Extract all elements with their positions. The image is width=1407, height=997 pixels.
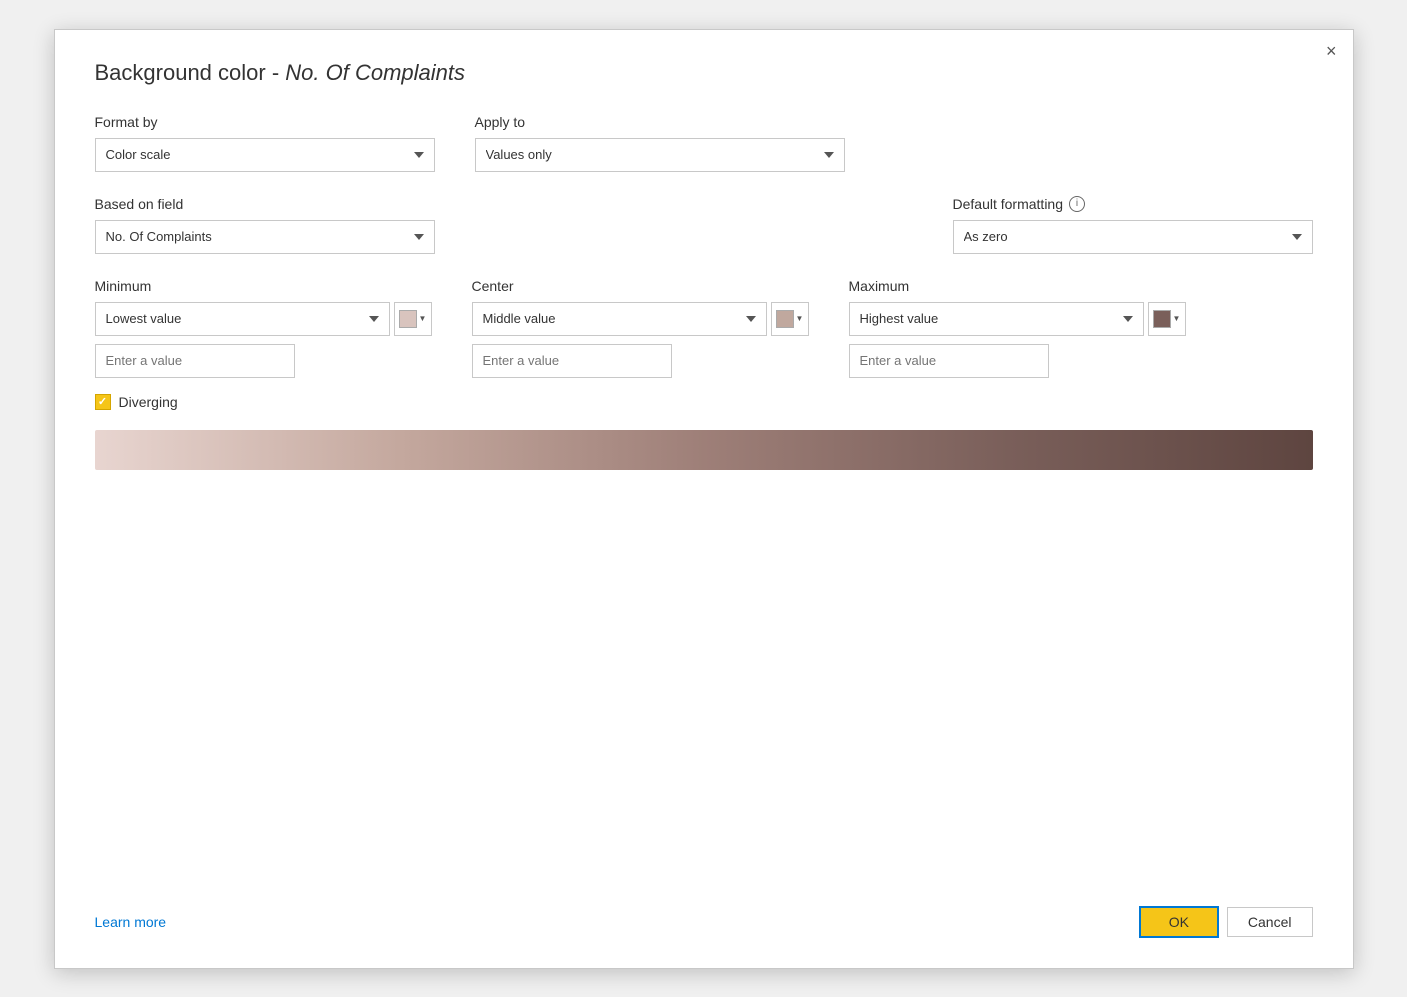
maximum-label: Maximum	[849, 278, 1186, 294]
maximum-select[interactable]: Highest value Number Percent Percentile …	[849, 302, 1144, 336]
background-color-dialog: × Background color - No. Of Complaints F…	[54, 29, 1354, 969]
dialog-footer: Learn more OK Cancel	[95, 886, 1313, 938]
center-label: Center	[472, 278, 809, 294]
footer-buttons: OK Cancel	[1139, 906, 1313, 938]
center-select[interactable]: Middle value Number Percent Percentile F…	[472, 302, 767, 336]
minimum-label: Minimum	[95, 278, 432, 294]
default-formatting-select[interactable]: As zero As blank As error	[953, 220, 1313, 254]
maximum-value-input[interactable]	[849, 344, 1049, 378]
diverging-checkbox[interactable]	[95, 394, 111, 410]
gradient-bar	[95, 430, 1313, 470]
based-on-field-select[interactable]: No. Of Complaints	[95, 220, 435, 254]
maximum-color-button[interactable]: ▼	[1148, 302, 1186, 336]
diverging-row: Diverging	[95, 394, 1313, 410]
title-italic: No. Of Complaints	[285, 60, 465, 85]
maximum-col: Maximum Highest value Number Percent Per…	[849, 278, 1186, 378]
center-select-color-row: Middle value Number Percent Percentile F…	[472, 302, 809, 336]
minimum-col: Minimum Lowest value Number Percent Perc…	[95, 278, 432, 378]
apply-to-group: Apply to Values only Values and totals T…	[475, 114, 845, 172]
format-apply-row: Format by Color scale Rules Field value …	[95, 114, 1313, 172]
learn-more-link[interactable]: Learn more	[95, 914, 167, 930]
center-color-button[interactable]: ▼	[771, 302, 809, 336]
cancel-button[interactable]: Cancel	[1227, 907, 1313, 937]
field-default-row: Based on field No. Of Complaints Default…	[95, 196, 1313, 254]
info-icon[interactable]: i	[1069, 196, 1085, 212]
apply-to-select[interactable]: Values only Values and totals Totals onl…	[475, 138, 845, 172]
maximum-color-swatch	[1153, 310, 1171, 328]
diverging-label: Diverging	[119, 394, 178, 410]
default-formatting-label: Default formatting i	[953, 196, 1313, 212]
minimum-color-button[interactable]: ▼	[394, 302, 432, 336]
title-static: Background color -	[95, 60, 286, 85]
maximum-select-color-row: Highest value Number Percent Percentile …	[849, 302, 1186, 336]
close-button[interactable]: ×	[1326, 42, 1337, 60]
based-on-field-label: Based on field	[95, 196, 435, 212]
minmax-row: Minimum Lowest value Number Percent Perc…	[95, 278, 1313, 378]
minimum-color-swatch	[399, 310, 417, 328]
dialog-title: Background color - No. Of Complaints	[95, 60, 1313, 86]
minimum-value-input[interactable]	[95, 344, 295, 378]
ok-button[interactable]: OK	[1139, 906, 1219, 938]
apply-to-label: Apply to	[475, 114, 845, 130]
based-on-field-group: Based on field No. Of Complaints	[95, 196, 435, 254]
center-color-chevron: ▼	[796, 314, 804, 323]
minimum-select[interactable]: Lowest value Number Percent Percentile F…	[95, 302, 390, 336]
center-col: Center Middle value Number Percent Perce…	[472, 278, 809, 378]
center-color-swatch	[776, 310, 794, 328]
minimum-select-color-row: Lowest value Number Percent Percentile F…	[95, 302, 432, 336]
form-content: Format by Color scale Rules Field value …	[95, 114, 1313, 886]
format-by-select[interactable]: Color scale Rules Field value	[95, 138, 435, 172]
format-by-group: Format by Color scale Rules Field value	[95, 114, 435, 172]
center-value-input[interactable]	[472, 344, 672, 378]
default-formatting-group: Default formatting i As zero As blank As…	[953, 196, 1313, 254]
format-by-label: Format by	[95, 114, 435, 130]
minimum-color-chevron: ▼	[419, 314, 427, 323]
maximum-color-chevron: ▼	[1173, 314, 1181, 323]
